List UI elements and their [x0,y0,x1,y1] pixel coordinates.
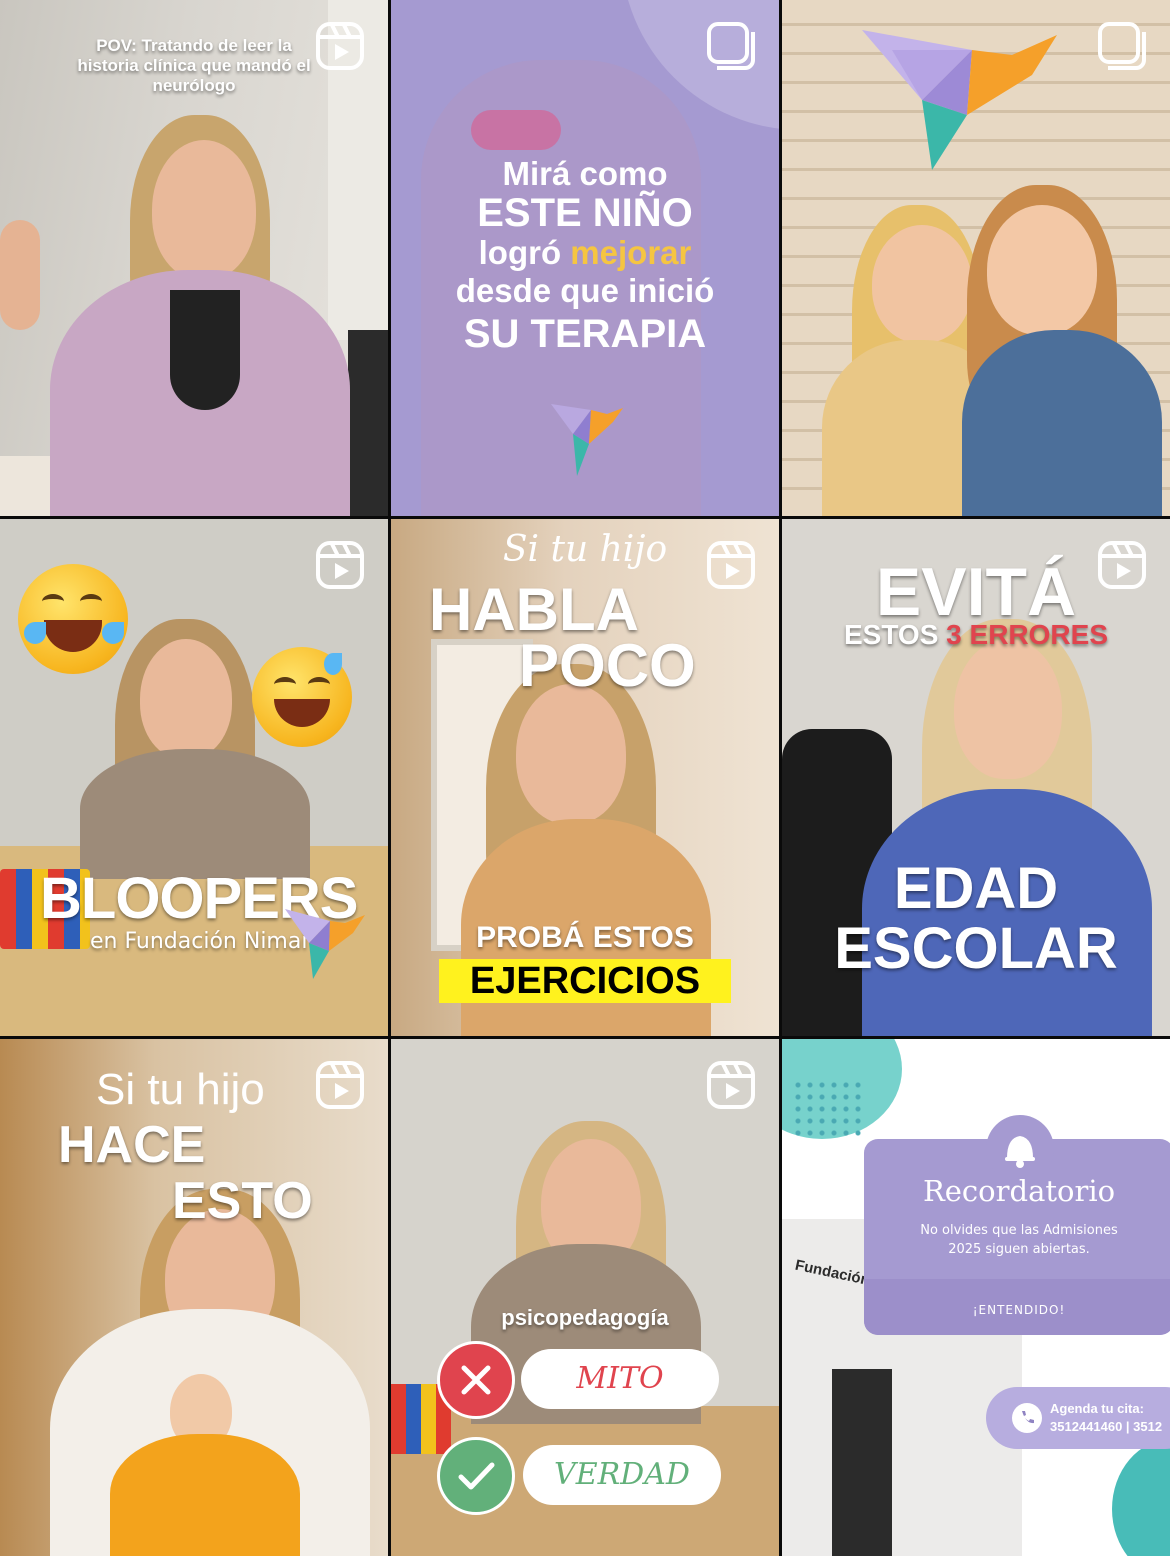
shirt [170,290,240,410]
reminder-text: No olvides que las Admisiones 2025 sigue… [920,1223,1118,1257]
post-tile-4[interactable]: BLOOPERS en Fundación Nimai [0,519,388,1036]
hand [0,220,40,330]
reels-icon [707,541,755,589]
post-big-text-1: HACE [58,1116,206,1174]
shirt [80,749,310,879]
grinning-sweat-emoji-icon [252,647,352,747]
post-label: psicopedagogía [501,1305,669,1330]
carousel-icon [707,22,755,70]
post-big-text-2: ESTO [172,1172,313,1230]
post-tile-2[interactable]: Mirá como ESTE NIÑO logró mejorar desde … [391,0,779,516]
post-tile-5[interactable]: Si tu hijo HABLA POCO PROBÁ ESTOS EJERCI… [391,519,779,1036]
post-big-text-2: POCO [519,632,696,699]
post-top-text: Si tu hijo [96,1065,265,1114]
face [516,684,626,824]
contact-numbers: 3512441460 | 3512 [1050,1419,1163,1434]
phone-icon [1012,1403,1042,1433]
face [140,639,232,759]
face-left [872,225,972,343]
post-subtitle: en Fundación Nimai [90,929,308,954]
mask [471,110,561,150]
post-subtext: ESTOS 3 ERRORES [843,619,1108,650]
child-shirt [110,1434,300,1556]
option-verdad: VERDAD [523,1445,721,1505]
decor-dots [792,1079,862,1139]
option-mito: MITO [521,1349,719,1409]
reels-icon [707,1061,755,1109]
reels-icon [1098,541,1146,589]
carousel-icon [1098,22,1146,70]
x-icon [437,1341,515,1419]
post-tile-9[interactable]: Fundación Nimai Recordatorio No olvides … [782,1039,1170,1556]
post-bottom-text-1: EDAD [893,856,1059,921]
nimai-bird-logo [285,909,365,979]
reminder-button[interactable]: ¡ENTENDIDO! [864,1303,1170,1317]
post-tile-6[interactable]: EVITÁ ESTOS 3 ERRORES EDAD ESCOLAR [782,519,1170,1036]
reels-icon [316,1061,364,1109]
post-tile-1[interactable]: POV: Tratando de leer la historia clínic… [0,0,388,516]
nimai-bird-logo [862,30,1057,170]
post-tile-8[interactable]: psicopedagogía MITO VERDAD [391,1039,779,1556]
building-door [832,1369,892,1556]
shirt-right [962,330,1162,516]
post-tile-7[interactable]: Si tu hijo HACE ESTO [0,1039,388,1556]
face [954,639,1062,779]
post-headline: Mirá como ESTE NIÑO logró mejorar desde … [455,155,715,357]
post-bottom-text-1: PROBÁ ESTOS [476,921,694,954]
reels-icon [316,541,364,589]
contact-title: Agenda tu cita: [1050,1401,1144,1416]
nimai-bird-logo [551,404,623,476]
check-icon [437,1437,515,1515]
post-bottom-text-2: ESCOLAR [834,916,1118,981]
chair [348,330,388,516]
profile-grid: POV: Tratando de leer la historia clínic… [0,0,1170,1556]
post-bottom-highlight: EJERCICIOS [439,959,731,1003]
laughing-emoji-icon [18,564,128,674]
reels-icon [316,22,364,70]
face [152,140,256,280]
face-right [987,205,1097,335]
post-tile-3[interactable] [782,0,1170,516]
reminder-title: Recordatorio [922,1174,1116,1208]
decor-blob [1112,1439,1170,1556]
